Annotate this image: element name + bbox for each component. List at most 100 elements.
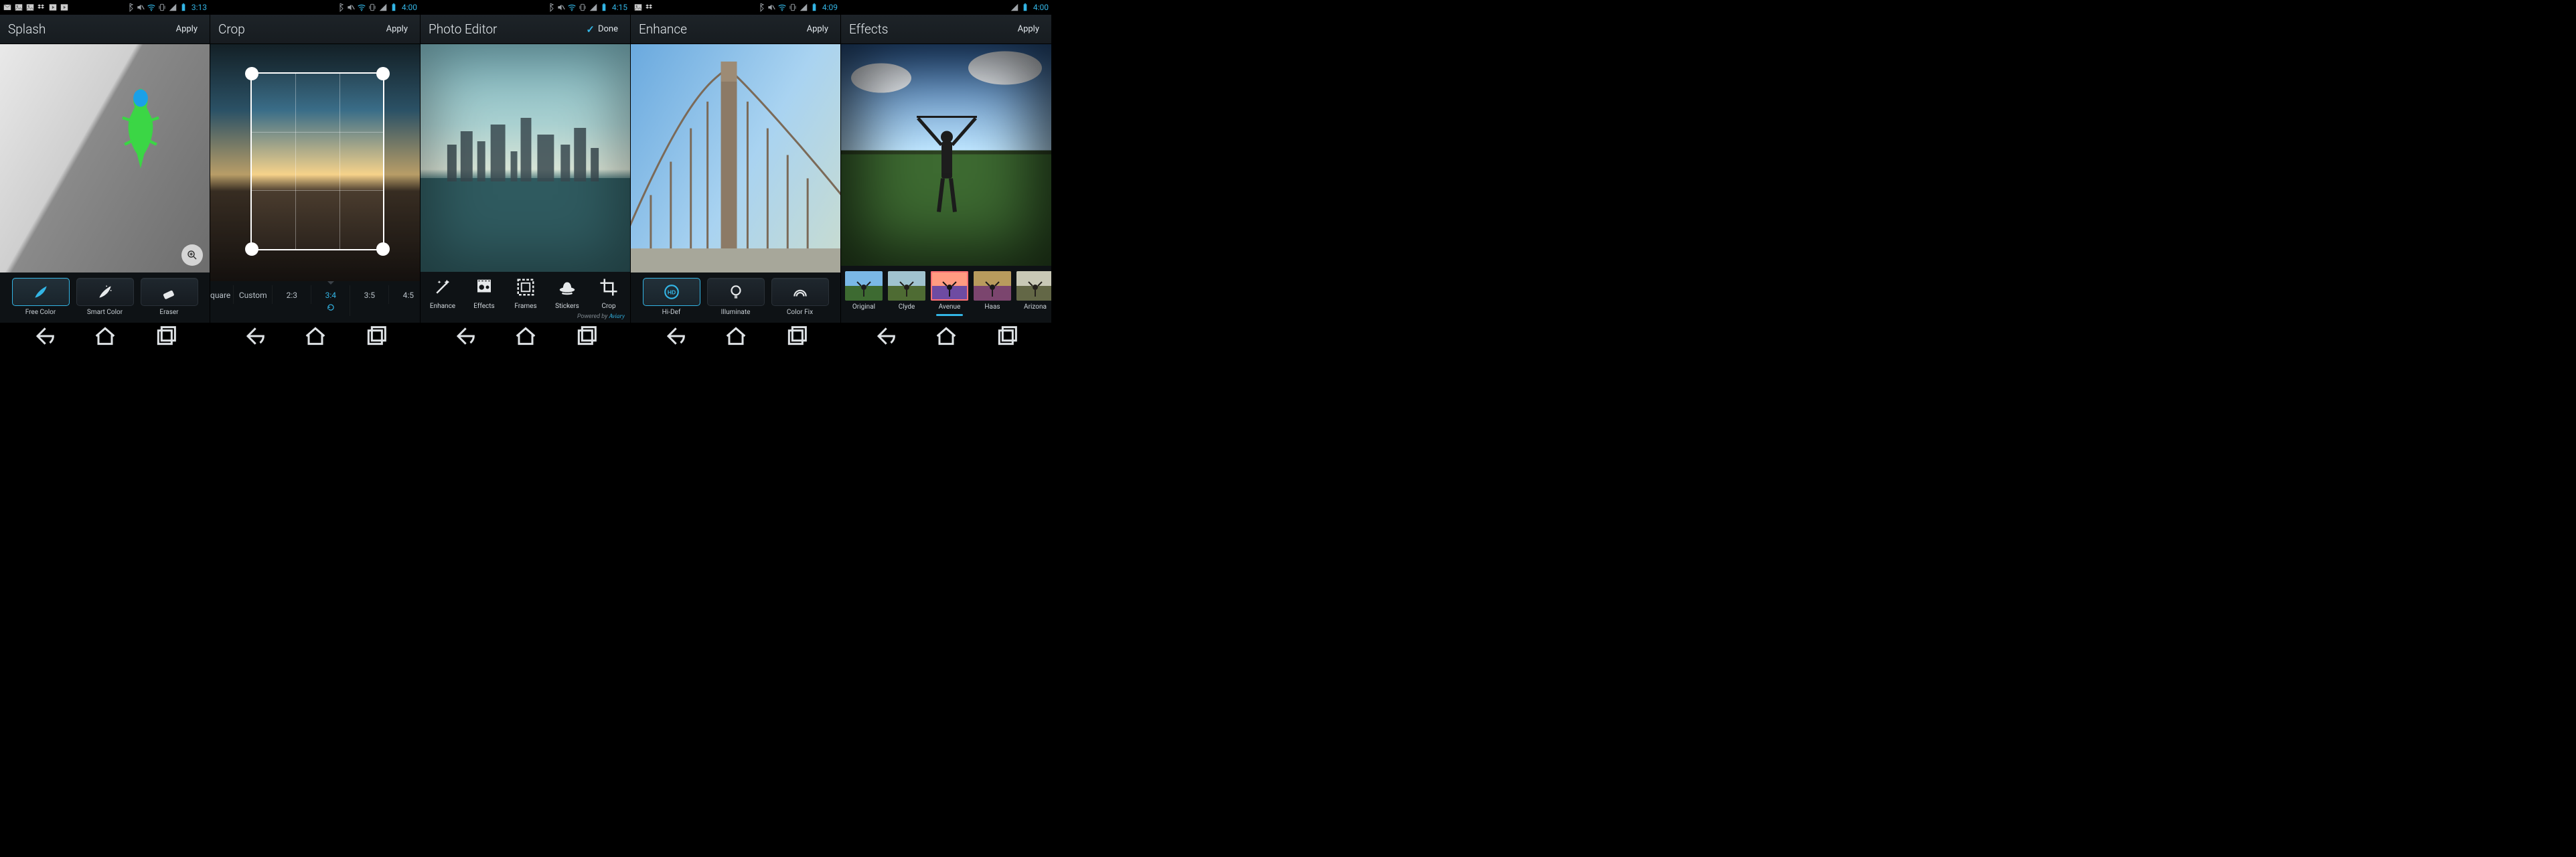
recent-apps-button[interactable] [363,328,390,344]
tool-label: Frames [514,303,536,310]
check-icon: ✓ [586,23,595,35]
tool-enhance[interactable]: Enhance [422,277,463,310]
vibrate-icon [368,3,377,12]
brush-icon [12,278,70,306]
hat-icon [557,277,577,300]
photo-canvas[interactable] [210,44,420,281]
filter-original[interactable]: Original [844,271,884,316]
recent-apps-button[interactable] [783,328,810,344]
tool-label: Eraser [159,309,178,316]
tool-label: Hi-Def [662,309,681,316]
tool-illuminate[interactable]: Illuminate [707,278,765,316]
back-button[interactable] [662,328,688,344]
filter-thumb [931,271,968,301]
done-button[interactable]: ✓Done [582,18,622,41]
back-button[interactable] [241,328,268,344]
home-button[interactable] [512,328,539,344]
filter-thumb [845,271,883,301]
wifi-icon [357,3,366,12]
battery-icon [599,3,609,12]
crop-handle-br[interactable] [376,242,390,256]
recent-apps-button[interactable] [994,328,1020,344]
powered-by: Powered by Aviary [421,311,630,323]
back-button[interactable] [872,328,899,344]
signal-icon [589,3,598,12]
back-button[interactable] [31,328,58,344]
status-time: 4:15 [612,3,627,12]
apply-button[interactable]: Apply [382,19,412,40]
tool-foc[interactable]: Foc [629,277,630,310]
tool-crop[interactable]: Crop [588,277,629,310]
wifi-icon [777,3,787,12]
tool-label: Stickers [555,303,579,310]
ratio-4-5[interactable]: 4:5 [389,285,420,304]
film-icon [474,277,494,300]
signal-icon [1010,3,1019,12]
tool-effects[interactable]: Effects [463,277,505,310]
crop-frame[interactable] [250,72,384,250]
ratio-label: 2:3 [287,291,297,300]
ratio-3-5[interactable]: 3:5 [350,285,389,304]
tool-eraser[interactable]: Eraser [141,278,198,316]
photo-canvas[interactable] [0,44,210,272]
title-bar: Effects Apply [841,15,1051,44]
ratio-3-4[interactable]: 3:4 [311,285,350,316]
home-button[interactable] [92,328,119,344]
crop-handle-bl[interactable] [245,242,258,256]
status-bar: 4:15 [421,0,630,15]
filter-avenue[interactable]: Avenue [929,271,970,316]
tool-free color[interactable]: Free Color [12,278,70,316]
play-icon [48,3,58,12]
tool-smart color[interactable]: Smart Color [76,278,134,316]
screen-title: Effects [849,21,888,37]
ratio-label: quare [210,291,230,300]
ratio-square[interactable]: quare [210,285,234,304]
crop-handle-tr[interactable] [376,67,390,80]
photo-surface [631,44,840,272]
zoom-in-button[interactable] [181,244,203,266]
photo-canvas[interactable] [841,44,1051,266]
tool-frames[interactable]: Frames [505,277,546,310]
signal-icon [168,3,177,12]
vibrate-icon [578,3,587,12]
screen-title: Photo Editor [429,21,497,37]
apply-button[interactable]: Apply [803,19,832,40]
nav-bar [0,323,210,349]
filter-strip[interactable]: Original Clyde Avenue [841,266,1051,323]
filter-haas[interactable]: Haas [972,271,1012,316]
recent-apps-button[interactable] [153,328,179,344]
crop-handle-tl[interactable] [245,67,258,80]
apply-button[interactable]: Apply [172,19,202,40]
tool-strip: Free Color Smart Color Eraser [0,272,210,323]
ratio-custom[interactable]: Custom [234,285,273,304]
nav-bar [631,323,840,349]
mail-icon [3,3,12,12]
screen-photo-editor: 4:15 Photo Editor ✓Done [421,0,631,349]
screen-title: Enhance [639,21,687,37]
ratio-2-3[interactable]: 2:3 [273,285,311,304]
signal-icon [378,3,388,12]
recent-apps-button[interactable] [573,328,600,344]
tool-hi-def[interactable]: HD Hi-Def [643,278,700,316]
filter-arizona[interactable]: Arizona [1015,271,1051,316]
frame-icon [516,277,536,300]
tool-stickers[interactable]: Stickers [546,277,588,310]
mute-icon [346,3,356,12]
dropbox-icon [37,3,46,12]
status-bar: 4:00 [841,0,1051,15]
bluetooth-icon [335,3,345,12]
wand-brush-icon [76,278,134,306]
tool-scroll[interactable]: Enhance Effects Frames Stickers Crop [421,272,630,311]
home-button[interactable] [723,328,749,344]
tool-color fix[interactable]: Color Fix [771,278,829,316]
filter-clyde[interactable]: Clyde [887,271,927,316]
photo-canvas[interactable] [631,44,840,272]
home-button[interactable] [302,328,329,344]
apply-button[interactable]: Apply [1014,19,1043,40]
photo-canvas[interactable] [421,44,630,272]
back-button[interactable] [451,328,478,344]
home-button[interactable] [933,328,960,344]
ratio-label: 3:5 [364,291,375,300]
filter-label: Original [852,303,875,311]
signal-icon [799,3,808,12]
